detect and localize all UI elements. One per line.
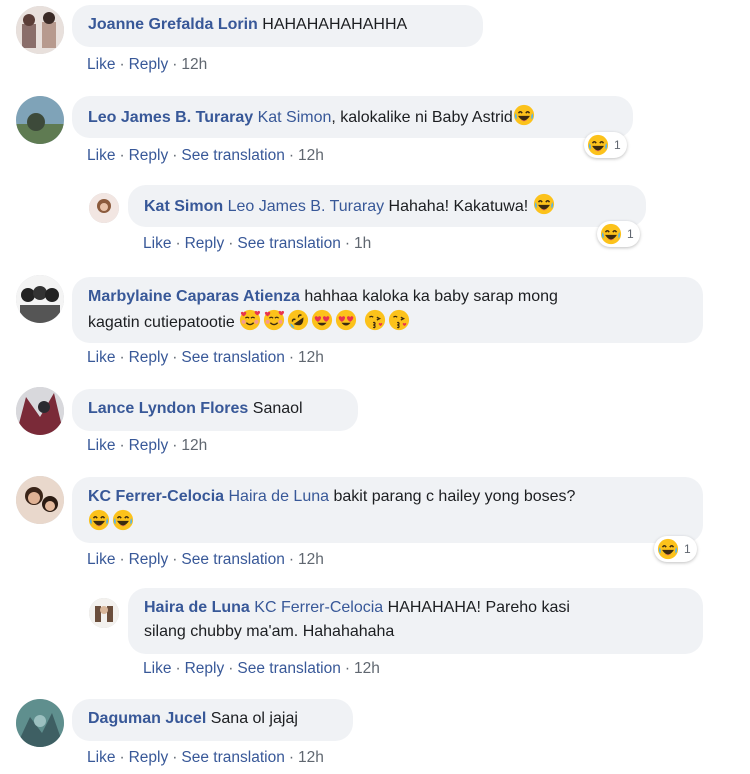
- reaction-badge[interactable]: 1: [584, 132, 627, 158]
- heart-eyes-emoji-icon: [335, 309, 357, 331]
- avatar[interactable]: [16, 387, 64, 435]
- smiling-face-with-hearts-emoji-icon: [263, 309, 285, 331]
- like-link[interactable]: Like: [87, 349, 115, 366]
- avatar[interactable]: [16, 476, 64, 524]
- comment-actions: Like · Reply · See translation · 1h: [143, 235, 372, 252]
- comment-bubble: Leo James B. Turaray Kat Simon, kalokali…: [72, 96, 633, 138]
- laughing-emoji-icon: [657, 538, 679, 560]
- comment-text: Hahaha! Kakatuwa!: [388, 198, 529, 215]
- reply-link[interactable]: Reply: [129, 147, 169, 164]
- comment-text: Sanaol: [252, 400, 303, 417]
- avatar[interactable]: [16, 6, 64, 54]
- mention-tag[interactable]: Leo James B. Turaray: [228, 198, 385, 215]
- comment-timestamp[interactable]: 12h: [181, 56, 207, 73]
- see-translation-link[interactable]: See translation: [237, 235, 340, 252]
- comment-bubble: Lance Lyndon Flores Sanaol: [72, 389, 358, 431]
- comment-text-continued: kagatin cutiepatootie: [88, 314, 235, 331]
- comment-text: hahhaa kaloka ka baby sarap mong: [304, 288, 558, 305]
- comment-timestamp[interactable]: 12h: [298, 749, 324, 766]
- comment-actions: Like · Reply · See translation · 12h: [87, 749, 324, 766]
- reaction-count: 1: [684, 542, 691, 556]
- comment-actions: Like · Reply · 12h: [87, 56, 208, 73]
- mention-tag[interactable]: Haira de Luna: [229, 488, 330, 505]
- comment-actions: Like · Reply · See translation · 12h: [143, 660, 380, 677]
- like-link[interactable]: Like: [87, 437, 115, 454]
- comment-author[interactable]: KC Ferrer-Celocia: [88, 488, 224, 505]
- laughing-emoji-icon: [513, 104, 535, 126]
- see-translation-link[interactable]: See translation: [181, 349, 284, 366]
- comment-bubble: Kat Simon Leo James B. Turaray Hahaha! K…: [128, 185, 646, 227]
- see-translation-link[interactable]: See translation: [181, 147, 284, 164]
- comment-author[interactable]: Haira de Luna: [144, 599, 250, 616]
- reaction-badge[interactable]: 1: [597, 221, 640, 247]
- laughing-emoji-icon: [533, 193, 555, 215]
- reaction-count: 1: [627, 227, 634, 241]
- rolling-on-floor-laughing-emoji-icon: [287, 309, 309, 331]
- see-translation-link[interactable]: See translation: [181, 749, 284, 766]
- comment-bubble: Haira de Luna KC Ferrer-Celocia HAHAHAHA…: [128, 588, 703, 654]
- like-link[interactable]: Like: [87, 551, 115, 568]
- comment-bubble: Marbylaine Caparas Atienza hahhaa kaloka…: [72, 277, 703, 343]
- like-link[interactable]: Like: [87, 147, 115, 164]
- comment-author[interactable]: Daguman Jucel: [88, 710, 206, 727]
- comment-bubble: Daguman Jucel Sana ol jajaj: [72, 699, 353, 741]
- reply-link[interactable]: Reply: [129, 551, 169, 568]
- reply-link[interactable]: Reply: [129, 349, 169, 366]
- comment-author[interactable]: Kat Simon: [144, 198, 223, 215]
- see-translation-link[interactable]: See translation: [181, 551, 284, 568]
- comment-text: bakit parang c hailey yong boses?: [333, 488, 576, 505]
- mention-tag[interactable]: Kat Simon: [258, 109, 332, 126]
- comment-author[interactable]: Lance Lyndon Flores: [88, 400, 248, 417]
- see-translation-link[interactable]: See translation: [237, 660, 340, 677]
- laughing-emoji-icon: [587, 134, 609, 156]
- comment-timestamp[interactable]: 1h: [354, 235, 371, 252]
- reply-link[interactable]: Reply: [129, 437, 169, 454]
- avatar[interactable]: [89, 193, 119, 223]
- comment-bubble: Joanne Grefalda Lorin HAHAHAHAHAHHA: [72, 5, 483, 47]
- avatar[interactable]: [16, 699, 64, 747]
- avatar[interactable]: [16, 96, 64, 144]
- comment-author[interactable]: Marbylaine Caparas Atienza: [88, 288, 300, 305]
- laughing-emoji-icon: [600, 223, 622, 245]
- face-blowing-kiss-emoji-icon: [364, 309, 386, 331]
- comment-author[interactable]: Joanne Grefalda Lorin: [88, 16, 258, 33]
- comment-text: , kalokalike ni Baby Astrid: [331, 109, 513, 126]
- comment-actions: Like · Reply · See translation · 12h: [87, 349, 324, 366]
- comment-text-continued: silang chubby ma'am. Hahahahaha: [144, 623, 395, 640]
- like-link[interactable]: Like: [87, 749, 115, 766]
- laughing-emoji-icon: [88, 509, 110, 531]
- comment-timestamp[interactable]: 12h: [298, 551, 324, 568]
- comment-text: Sana ol jajaj: [210, 710, 298, 727]
- face-blowing-kiss-emoji-icon: [388, 309, 410, 331]
- comment-bubble: KC Ferrer-Celocia Haira de Luna bakit pa…: [72, 477, 703, 543]
- like-link[interactable]: Like: [143, 660, 171, 677]
- reply-link[interactable]: Reply: [129, 56, 169, 73]
- comment-timestamp[interactable]: 12h: [354, 660, 380, 677]
- reply-link[interactable]: Reply: [185, 235, 225, 252]
- comment-actions: Like · Reply · See translation · 12h: [87, 147, 324, 164]
- reaction-badge[interactable]: 1: [654, 536, 697, 562]
- laughing-emoji-icon: [112, 509, 134, 531]
- comment-author[interactable]: Leo James B. Turaray: [88, 109, 253, 126]
- comment-timestamp[interactable]: 12h: [181, 437, 207, 454]
- comment-text: HAHAHAHA! Pareho kasi: [387, 599, 570, 616]
- comment-text: HAHAHAHAHAHHA: [262, 16, 408, 33]
- like-link[interactable]: Like: [87, 56, 115, 73]
- heart-eyes-emoji-icon: [311, 309, 333, 331]
- reply-link[interactable]: Reply: [129, 749, 169, 766]
- reply-link[interactable]: Reply: [185, 660, 225, 677]
- comment-actions: Like · Reply · See translation · 12h: [87, 551, 324, 568]
- comment-timestamp[interactable]: 12h: [298, 147, 324, 164]
- reaction-count: 1: [614, 138, 621, 152]
- smiling-face-with-hearts-emoji-icon: [239, 309, 261, 331]
- comment-timestamp[interactable]: 12h: [298, 349, 324, 366]
- avatar[interactable]: [89, 598, 119, 628]
- avatar[interactable]: [16, 275, 64, 323]
- mention-tag[interactable]: KC Ferrer-Celocia: [254, 599, 383, 616]
- like-link[interactable]: Like: [143, 235, 171, 252]
- comment-actions: Like · Reply · 12h: [87, 437, 208, 454]
